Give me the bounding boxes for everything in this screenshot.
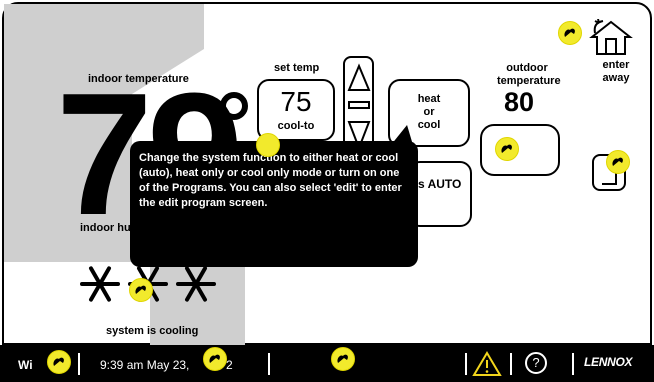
bottom-status-bar: Wi 9:39 am May 23, 2 ? LENNOX [0,345,654,382]
set-temp-button[interactable]: 75 cool-to [257,79,335,141]
hint-marker-icon[interactable] [203,347,227,371]
hint-marker-icon[interactable] [47,350,71,374]
set-temp-mode: cool-to [277,120,315,132]
divider [572,353,574,375]
set-temp-value: 75 [280,86,312,117]
warning-icon[interactable] [472,351,502,377]
system-status-label: system is cooling [106,325,199,337]
outdoor-temperature-label: outdoor temperature [497,62,561,87]
hint-marker-icon[interactable] [256,133,280,157]
wifi-label[interactable]: Wi [18,358,33,372]
help-tooltip: Change the system function to either hea… [130,141,418,267]
help-icon[interactable]: ? [525,352,547,374]
date-time[interactable]: 9:39 am May 23, [100,358,189,372]
date-time-tail: 2 [226,358,233,372]
outdoor-temperature-value: 80 [504,87,535,117]
set-temp-label: set temp [274,62,320,74]
divider [465,353,467,375]
fan-mode-label: s AUTO [418,177,462,191]
hint-marker-icon[interactable] [331,347,355,371]
indoor-humidity-label: indoor hu [80,222,131,234]
system-mode-line: or [423,106,435,118]
thermostat-screen: indoor temperature 79 indoor hu set temp… [0,0,654,382]
house-icon[interactable] [589,19,633,57]
system-mode-line: heat [417,93,441,105]
enter-away-label: enter away [602,59,630,84]
divider [510,353,512,375]
degree-icon [220,92,248,120]
hint-marker-icon[interactable] [558,21,582,45]
outdoor-temperature-button[interactable] [480,124,560,176]
hint-marker-icon[interactable] [606,150,630,174]
divider [78,353,80,375]
brand-logo: LENNOX [584,355,633,369]
hint-marker-icon[interactable] [129,278,153,302]
divider [268,353,270,375]
hint-marker-icon[interactable] [495,137,519,161]
